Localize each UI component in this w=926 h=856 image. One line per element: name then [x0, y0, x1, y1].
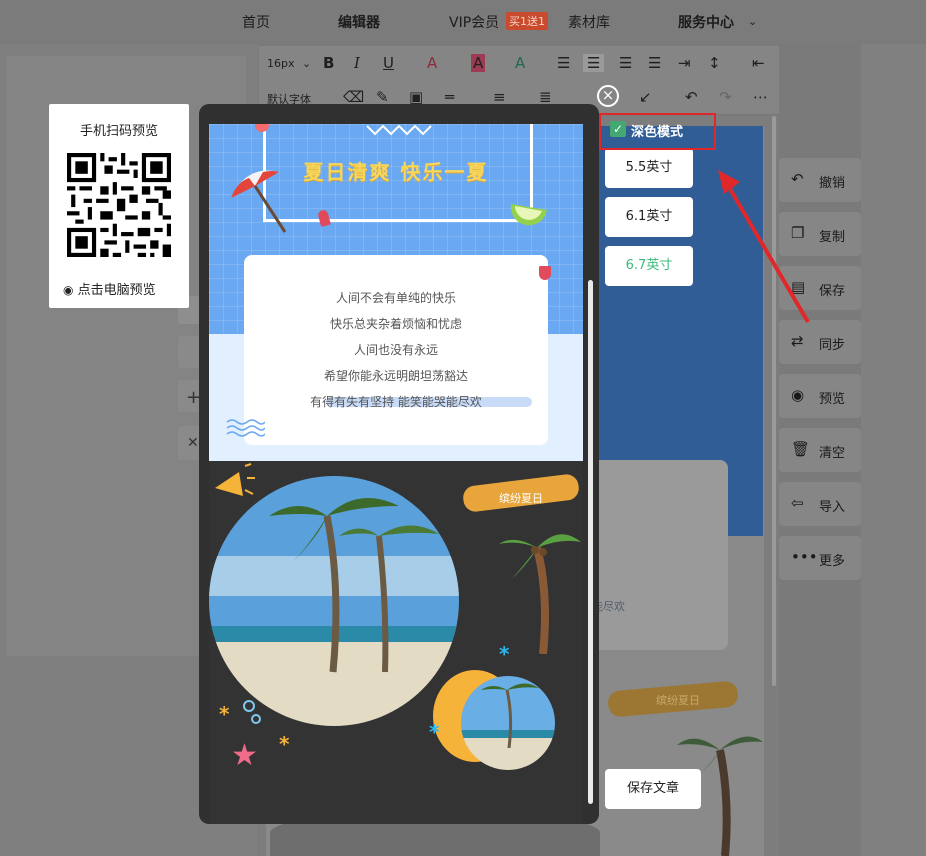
bubble-icon — [243, 700, 255, 712]
nav-materials[interactable]: 素材库 — [568, 12, 610, 32]
top-nav: 首页 编辑器 VIP会员 买1送1 素材库 服务中心 ⌄ — [0, 0, 926, 44]
more-icon: ••• — [791, 548, 818, 566]
nav-service[interactable]: 服务中心 — [678, 12, 734, 32]
star-icon: * — [429, 720, 440, 744]
palm-tree-icon — [499, 534, 581, 654]
text-effect-icon[interactable]: A — [515, 54, 525, 72]
brush-label: 缤纷夏日 — [499, 492, 543, 505]
align-center-icon[interactable]: ☰ — [583, 54, 605, 72]
wave-decoration-icon — [366, 124, 432, 136]
undo-icon[interactable]: ↶ — [685, 88, 698, 106]
redo-icon[interactable]: ↷ — [719, 88, 732, 106]
chevron-down-icon: ⌄ — [748, 15, 758, 28]
beach-photo-large — [209, 476, 459, 726]
close-icon[interactable]: ✕ — [187, 435, 199, 451]
font-color-icon[interactable]: A — [427, 54, 437, 72]
tool-import[interactable]: ⇦ 导入 — [779, 482, 861, 526]
highlight-color-icon[interactable]: A — [471, 54, 486, 72]
poem-line: 快乐总夹杂着烦恼和忧虑 — [329, 317, 462, 331]
eye-icon: ◉ — [791, 386, 805, 404]
font-size-select[interactable]: 16px — [267, 57, 295, 70]
beach-photo-small — [461, 676, 555, 770]
indent-icon[interactable]: ⇥ — [678, 54, 691, 72]
pc-preview-link[interactable]: ◉ 点击电脑预览 — [63, 279, 156, 298]
more-icon[interactable]: ⋯ — [753, 88, 768, 106]
vip-promo-badge: 买1送1 — [506, 12, 548, 30]
arrow-icon[interactable]: ↙ — [639, 88, 652, 106]
italic-icon[interactable]: I — [354, 54, 360, 72]
qr-code-image — [67, 153, 171, 257]
underline-icon[interactable]: U — [383, 54, 394, 72]
right-strip — [861, 44, 926, 856]
annotation-arrow-icon — [718, 170, 810, 324]
size-6-7-button[interactable]: 6.7英寸 — [605, 246, 693, 286]
line-height-icon[interactable]: ↕ — [708, 54, 721, 72]
tool-more[interactable]: ••• 更多 — [779, 536, 861, 580]
nav-vip[interactable]: VIP会员 — [449, 12, 499, 32]
lime-icon — [510, 204, 547, 226]
poem-line: 希望你能永远明朗坦荡豁达 — [323, 369, 468, 383]
close-icon[interactable]: × — [597, 85, 619, 107]
save-article-button[interactable]: 保存文章 — [605, 769, 701, 809]
nav-home[interactable]: 首页 — [242, 12, 270, 32]
exit-icon[interactable]: ⇤ — [752, 54, 765, 72]
phone-screen[interactable]: 夏日清爽 快乐一夏 人间不会有单纯的快乐 快乐总夹杂着烦恼和忧虑 人间也没有永远… — [209, 124, 583, 824]
tool-preview[interactable]: ◉ 预览 — [779, 374, 861, 418]
size-5-5-button[interactable]: 5.5英寸 — [605, 148, 693, 188]
qr-title: 手机扫码预览 — [79, 124, 158, 139]
annotation-highlight-box — [599, 113, 716, 150]
star-icon: * — [499, 642, 510, 666]
poem-line: 有得有失有坚持 能笑能哭能尽欢 — [310, 395, 482, 409]
nav-editor[interactable]: 编辑器 — [338, 12, 380, 32]
bold-icon[interactable]: B — [323, 54, 334, 72]
justify-icon[interactable]: ☰ — [648, 54, 661, 72]
eye-icon: ◉ — [63, 283, 74, 297]
megaphone-icon — [215, 463, 255, 496]
import-icon: ⇦ — [791, 494, 804, 512]
poem-line: 人间也没有永远 — [353, 343, 438, 357]
size-6-1-button[interactable]: 6.1英寸 — [605, 197, 693, 237]
poem-card: 人间不会有单纯的快乐 快乐总夹杂着烦恼和忧虑 人间也没有永远 希望你能永远明朗坦… — [244, 255, 548, 445]
wave-decoration-icon — [226, 419, 265, 437]
bg-brush-label: 缤纷夏日 — [656, 694, 700, 707]
starfish-icon: ★ — [231, 738, 258, 773]
star-icon: * — [219, 702, 230, 726]
bubble-icon — [251, 714, 261, 724]
phone-scrollbar[interactable] — [588, 280, 593, 804]
tool-clear[interactable]: 🗑 清空 — [779, 428, 861, 472]
qr-preview-panel: 手机扫码预览 ◉ 点击电脑预览 — [49, 104, 189, 308]
chevron-down-icon: ⌄ — [302, 57, 312, 70]
watermelon-icon — [539, 266, 551, 280]
trash-icon: 🗑 — [791, 440, 811, 458]
headline: 夏日清爽 快乐一夏 — [303, 160, 489, 184]
align-left-icon[interactable]: ☰ — [557, 54, 570, 72]
align-right-icon[interactable]: ☰ — [619, 54, 632, 72]
sync-icon: ⇄ — [791, 332, 804, 350]
star-icon: * — [279, 732, 290, 756]
poem-line: 人间不会有单纯的快乐 — [335, 291, 456, 305]
